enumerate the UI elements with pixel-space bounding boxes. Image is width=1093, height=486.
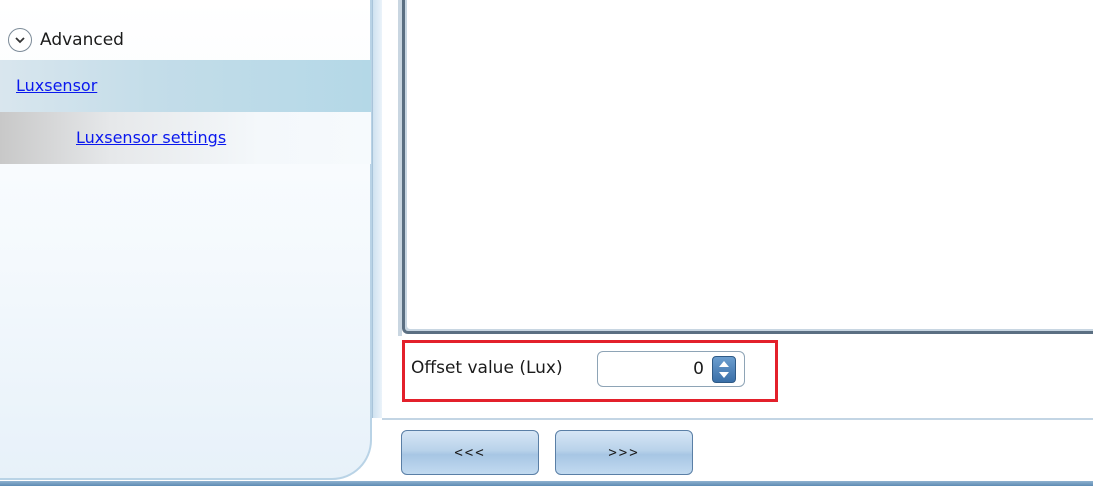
back-button[interactable]: <<< [401, 430, 539, 475]
increment-arrow-icon[interactable] [719, 361, 729, 368]
content-panel [402, 0, 1093, 334]
chevron-down-icon[interactable] [8, 28, 32, 52]
offset-value-text[interactable]: 0 [693, 359, 704, 379]
sidebar-item-luxsensor[interactable]: Luxsensor [0, 60, 371, 112]
luxsensor-settings-link[interactable]: Luxsensor settings [76, 128, 226, 147]
advanced-label: Advanced [40, 30, 124, 50]
bottom-bar [0, 481, 1093, 486]
next-button[interactable]: >>> [555, 430, 693, 475]
main-bottom-line [382, 418, 1093, 420]
decrement-arrow-icon[interactable] [719, 371, 729, 378]
advanced-toggle[interactable]: Advanced [8, 24, 124, 56]
sidebar: Advanced Luxsensor Luxsensor settings [0, 0, 372, 480]
sidebar-item-luxsensor-settings[interactable]: Luxsensor settings [0, 112, 371, 164]
offset-stepper-buttons[interactable] [712, 356, 736, 383]
luxsensor-link[interactable]: Luxsensor [16, 76, 97, 95]
offset-value-label: Offset value (Lux) [411, 358, 563, 378]
